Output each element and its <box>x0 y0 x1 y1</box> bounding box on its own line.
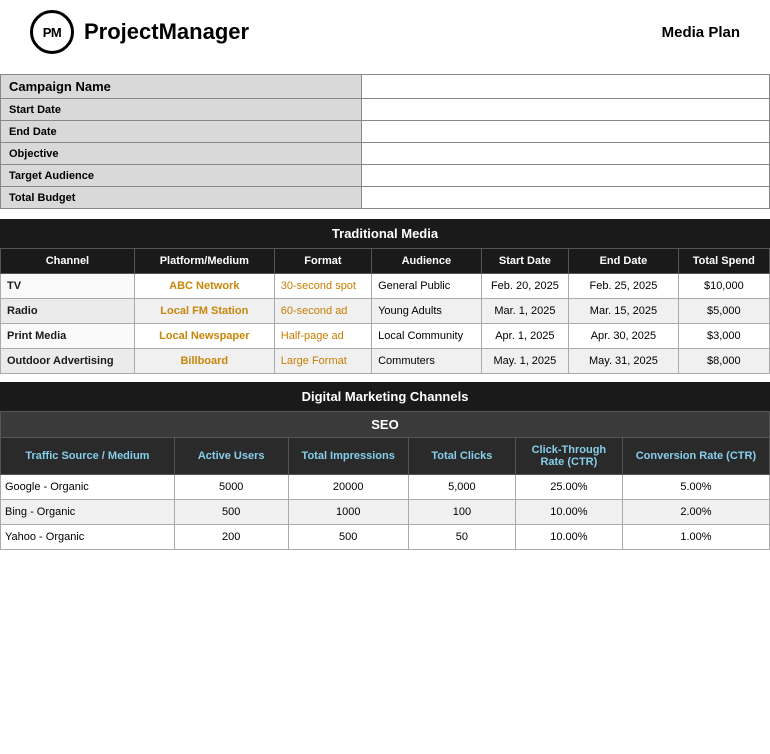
campaign-label-3: Objective <box>1 143 362 165</box>
startdate-cell: Apr. 1, 2025 <box>481 324 569 349</box>
channel-cell: Outdoor Advertising <box>1 349 135 374</box>
startdate-cell: Mar. 1, 2025 <box>481 299 569 324</box>
traditional-media-title: Traditional Media <box>0 219 770 248</box>
digital-col-5: Conversion Rate (CTR) <box>622 438 769 475</box>
audience-cell: Young Adults <box>372 299 482 324</box>
digital-col-0: Traffic Source / Medium <box>1 438 175 475</box>
logo-area: PM ProjectManager <box>30 10 249 54</box>
table-row: Outdoor Advertising Billboard Large Form… <box>1 349 770 374</box>
clicks-cell: 50 <box>408 525 515 550</box>
enddate-cell: Feb. 25, 2025 <box>569 274 679 299</box>
digital-marketing-section: Digital Marketing Channels SEOTraffic So… <box>0 382 770 550</box>
format-cell: Large Format <box>274 349 371 374</box>
spend-cell: $5,000 <box>678 299 769 324</box>
enddate-cell: May. 31, 2025 <box>569 349 679 374</box>
channel-cell: Radio <box>1 299 135 324</box>
impressions-cell: 1000 <box>288 500 408 525</box>
seo-subheader-row: SEO <box>1 412 770 438</box>
channel-cell: Print Media <box>1 324 135 349</box>
list-item: Bing - Organic 500 1000 100 10.00% 2.00% <box>1 500 770 525</box>
traditional-col-2: Format <box>274 249 371 274</box>
list-item: Yahoo - Organic 200 500 50 10.00% 1.00% <box>1 525 770 550</box>
page-header: PM ProjectManager Media Plan <box>0 0 770 64</box>
audience-cell: Commuters <box>372 349 482 374</box>
seo-label: SEO <box>1 412 770 438</box>
campaign-info-table: Campaign NameStart DateEnd DateObjective… <box>0 74 770 209</box>
traditional-media-section: Traditional Media ChannelPlatform/Medium… <box>0 219 770 374</box>
audience-cell: Local Community <box>372 324 482 349</box>
traffic-cell: Bing - Organic <box>1 500 175 525</box>
impressions-cell: 20000 <box>288 475 408 500</box>
digital-col-4: Click-Through Rate (CTR) <box>515 438 622 475</box>
campaign-label-4: Target Audience <box>1 165 362 187</box>
spend-cell: $8,000 <box>678 349 769 374</box>
convrate-cell: 2.00% <box>622 500 769 525</box>
activeusers-cell: 200 <box>174 525 288 550</box>
logo-icon: PM <box>30 10 74 54</box>
digital-marketing-title: Digital Marketing Channels <box>0 382 770 411</box>
digital-marketing-table: SEOTraffic Source / MediumActive UsersTo… <box>0 411 770 550</box>
campaign-value-1[interactable] <box>362 99 770 121</box>
doc-title: Media Plan <box>662 24 740 41</box>
digital-col-2: Total Impressions <box>288 438 408 475</box>
platform-cell: Local Newspaper <box>134 324 274 349</box>
table-row: Radio Local FM Station 60-second ad Youn… <box>1 299 770 324</box>
table-row: TV ABC Network 30-second spot General Pu… <box>1 274 770 299</box>
campaign-value-2[interactable] <box>362 121 770 143</box>
traditional-col-4: Start Date <box>481 249 569 274</box>
list-item: Google - Organic 5000 20000 5,000 25.00%… <box>1 475 770 500</box>
clicks-cell: 100 <box>408 500 515 525</box>
traditional-col-3: Audience <box>372 249 482 274</box>
logo-initials: PM <box>43 25 62 40</box>
app-name: ProjectManager <box>84 19 249 45</box>
campaign-label-0: Campaign Name <box>1 75 362 99</box>
campaign-value-5[interactable] <box>362 187 770 209</box>
digital-header-row: Traffic Source / MediumActive UsersTotal… <box>1 438 770 475</box>
ctr-cell: 10.00% <box>515 500 622 525</box>
enddate-cell: Apr. 30, 2025 <box>569 324 679 349</box>
platform-cell: ABC Network <box>134 274 274 299</box>
traditional-col-0: Channel <box>1 249 135 274</box>
activeusers-cell: 5000 <box>174 475 288 500</box>
spend-cell: $3,000 <box>678 324 769 349</box>
traditional-col-1: Platform/Medium <box>134 249 274 274</box>
convrate-cell: 5.00% <box>622 475 769 500</box>
enddate-cell: Mar. 15, 2025 <box>569 299 679 324</box>
startdate-cell: Feb. 20, 2025 <box>481 274 569 299</box>
channel-cell: TV <box>1 274 135 299</box>
format-cell: Half-page ad <box>274 324 371 349</box>
campaign-value-4[interactable] <box>362 165 770 187</box>
campaign-label-2: End Date <box>1 121 362 143</box>
activeusers-cell: 500 <box>174 500 288 525</box>
traditional-media-table: ChannelPlatform/MediumFormatAudienceStar… <box>0 248 770 374</box>
traditional-col-5: End Date <box>569 249 679 274</box>
clicks-cell: 5,000 <box>408 475 515 500</box>
format-cell: 60-second ad <box>274 299 371 324</box>
digital-col-1: Active Users <box>174 438 288 475</box>
campaign-label-1: Start Date <box>1 99 362 121</box>
startdate-cell: May. 1, 2025 <box>481 349 569 374</box>
ctr-cell: 25.00% <box>515 475 622 500</box>
traffic-cell: Google - Organic <box>1 475 175 500</box>
ctr-cell: 10.00% <box>515 525 622 550</box>
impressions-cell: 500 <box>288 525 408 550</box>
table-row: Print Media Local Newspaper Half-page ad… <box>1 324 770 349</box>
digital-col-3: Total Clicks <box>408 438 515 475</box>
convrate-cell: 1.00% <box>622 525 769 550</box>
audience-cell: General Public <box>372 274 482 299</box>
campaign-label-5: Total Budget <box>1 187 362 209</box>
platform-cell: Local FM Station <box>134 299 274 324</box>
traditional-col-6: Total Spend <box>678 249 769 274</box>
traffic-cell: Yahoo - Organic <box>1 525 175 550</box>
spend-cell: $10,000 <box>678 274 769 299</box>
format-cell: 30-second spot <box>274 274 371 299</box>
campaign-value-3[interactable] <box>362 143 770 165</box>
platform-cell: Billboard <box>134 349 274 374</box>
campaign-value-0[interactable] <box>362 75 770 99</box>
